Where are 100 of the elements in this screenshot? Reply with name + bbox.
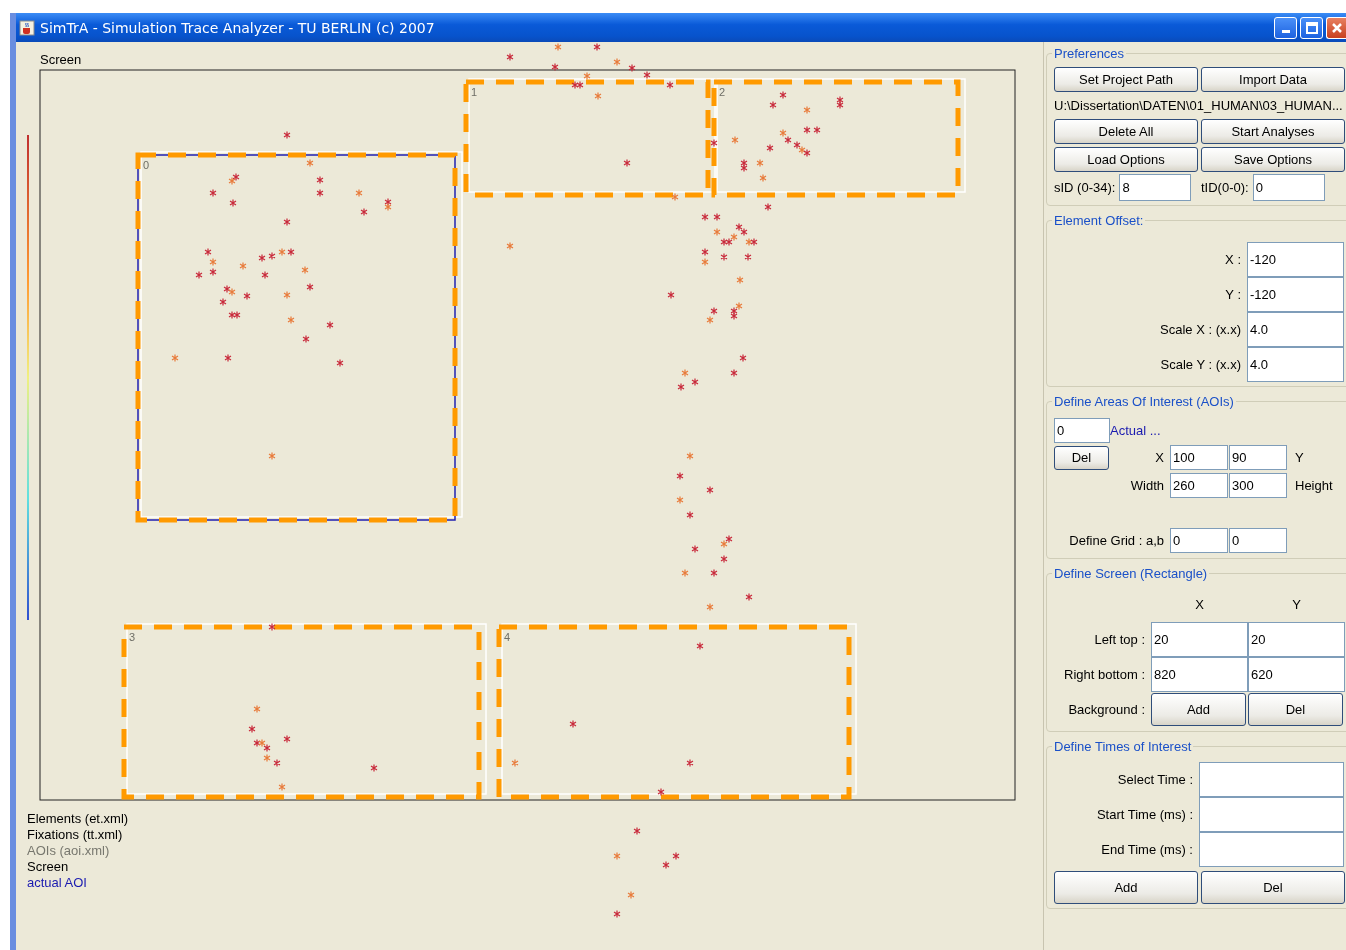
fixation-marker <box>623 158 631 168</box>
fixation-marker <box>769 100 777 110</box>
fixation-marker <box>696 641 704 651</box>
fixation-marker <box>739 353 747 363</box>
fixation-marker <box>268 451 276 461</box>
fixation-marker <box>803 105 811 115</box>
input-field[interactable] <box>1199 832 1344 867</box>
field-label: X : <box>1224 252 1242 267</box>
button[interactable]: Start Analyses <box>1201 119 1345 144</box>
group-title: Define Screen (Rectangle) <box>1053 566 1209 581</box>
input-field[interactable]: 0 <box>1170 528 1228 553</box>
input-field[interactable]: 0 <box>1252 174 1325 201</box>
close-button[interactable] <box>1326 16 1346 39</box>
fixation-marker <box>710 568 718 578</box>
fixation-marker <box>676 471 684 481</box>
input-field[interactable]: 90 <box>1229 445 1287 470</box>
legend-label: Screen <box>27 859 69 875</box>
fixation-marker <box>764 202 772 212</box>
input-field[interactable]: 20 <box>1151 622 1248 657</box>
input-field[interactable]: 100 <box>1170 445 1228 470</box>
fixation-marker <box>701 212 709 222</box>
fixation-marker <box>370 763 378 773</box>
fixation-marker <box>613 57 621 67</box>
fixation-marker <box>706 485 714 495</box>
button[interactable]: Save Options <box>1201 147 1345 172</box>
maximize-button[interactable] <box>1300 16 1323 39</box>
fixation-marker <box>731 135 739 145</box>
fixation-marker <box>229 198 237 208</box>
fixation-marker <box>633 826 641 836</box>
fixation-marker <box>569 719 577 729</box>
button[interactable]: Del <box>1054 445 1109 470</box>
fixation-marker <box>662 860 670 870</box>
fixation-marker <box>316 175 324 185</box>
input-field[interactable]: 820 <box>1151 657 1248 692</box>
fixation-marker <box>613 909 621 919</box>
input-field[interactable]: 620 <box>1248 657 1345 692</box>
field-label: Right bottom : <box>1063 667 1146 682</box>
fixation-marker <box>273 758 281 768</box>
fixation-marker <box>691 544 699 554</box>
field-label: X <box>1194 597 1205 612</box>
fixation-marker <box>720 554 728 564</box>
fixation-marker <box>253 704 261 714</box>
fixation-marker <box>677 382 685 392</box>
button[interactable]: Del <box>1248 693 1343 726</box>
field-label: Background : <box>1067 702 1146 717</box>
legend-label: Elements (et.xml) <box>27 811 129 827</box>
input-field[interactable]: 4.0 <box>1247 347 1344 382</box>
legend-label: actual AOI <box>27 875 87 891</box>
input-field[interactable]: 8 <box>1119 174 1192 201</box>
fixation-marker <box>554 42 562 52</box>
group-title: Preferences <box>1053 46 1126 61</box>
fixation-marker <box>283 217 291 227</box>
input-field[interactable] <box>1199 762 1344 797</box>
button[interactable]: Import Data <box>1201 67 1345 92</box>
button[interactable]: Add <box>1054 871 1198 904</box>
minimize-icon <box>1281 30 1290 33</box>
field-label: Scale X : (x.x) <box>1159 322 1242 337</box>
fixation-marker <box>691 377 699 387</box>
field-label: Height <box>1294 477 1334 493</box>
field-label: Define Grid : a,b <box>1068 533 1165 548</box>
fixation-marker <box>672 851 680 861</box>
input-field[interactable]: 300 <box>1229 472 1287 498</box>
fixation-marker <box>283 130 291 140</box>
aoi-number: 2 <box>719 86 726 98</box>
input-field[interactable]: 0 <box>1229 528 1287 553</box>
fixation-marker <box>278 782 286 792</box>
fixation-marker <box>628 63 636 73</box>
fixation-marker <box>268 622 276 632</box>
input-field[interactable] <box>1199 797 1344 832</box>
field-label: Y <box>1291 597 1302 612</box>
fixation-marker <box>706 602 714 612</box>
fixation-marker <box>283 734 291 744</box>
button[interactable]: Del <box>1201 871 1345 904</box>
aoi-number: 3 <box>129 631 136 643</box>
fixation-marker <box>803 125 811 135</box>
fixation-marker <box>759 173 767 183</box>
button[interactable]: Set Project Path <box>1054 67 1198 92</box>
legend-label: Fixations (tt.xml) <box>27 827 123 843</box>
input-field[interactable]: 0 <box>1054 418 1110 443</box>
fixation-marker <box>657 787 665 797</box>
input-field[interactable]: -120 <box>1247 242 1344 277</box>
field-label: End Time (ms) : <box>1100 842 1194 857</box>
input-field[interactable]: 260 <box>1170 472 1228 498</box>
field-label: X <box>1154 450 1165 465</box>
group-title: Element Offset: <box>1053 213 1145 228</box>
fixation-marker <box>248 724 256 734</box>
fixation-marker <box>551 62 559 72</box>
input-field[interactable]: 4.0 <box>1247 312 1344 347</box>
input-field[interactable]: 20 <box>1248 622 1345 657</box>
button[interactable]: Load Options <box>1054 147 1198 172</box>
aoi-number: 0 <box>143 159 150 171</box>
button[interactable]: Add <box>1151 693 1246 726</box>
minimize-button[interactable] <box>1274 16 1297 39</box>
button[interactable]: Delete All <box>1054 119 1198 144</box>
group-title: Define Areas Of Interest (AOIs) <box>1053 394 1235 409</box>
fixation-marker <box>756 158 764 168</box>
input-field[interactable]: -120 <box>1247 277 1344 312</box>
fixation-marker <box>730 368 738 378</box>
fixation-marker <box>593 42 601 52</box>
aoi-number: 1 <box>471 86 478 98</box>
